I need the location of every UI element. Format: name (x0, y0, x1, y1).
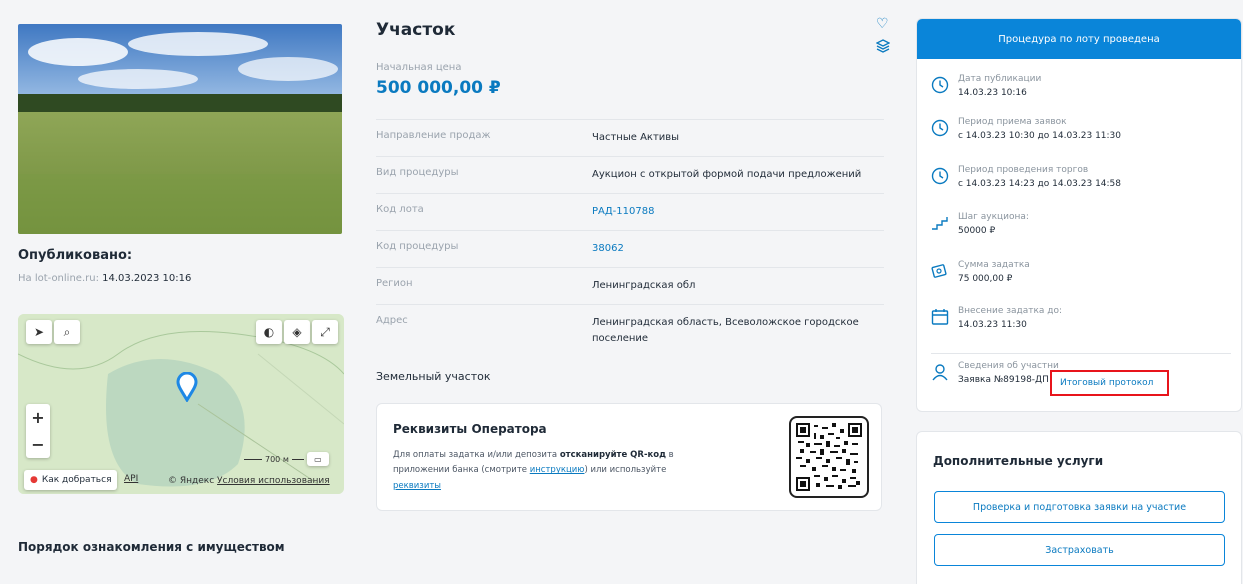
requisites-text-part: ) или используйте (584, 465, 667, 476)
requisites-text: Для оплаты задатка и/или депозита отскан… (393, 448, 723, 494)
published-site-label: На lot-online.ru: (18, 273, 99, 284)
clock-icon (931, 76, 949, 94)
published-line: На lot-online.ru: 14.03.2023 10:16 (18, 273, 191, 284)
location-map[interactable]: ➤ ⌕ ◐ ◈ ⤢ + − 700 м ▭ ● Как добраться AP… (18, 314, 344, 494)
status-divider (931, 353, 1231, 354)
status-label: Дата публикации (958, 74, 1042, 84)
info-value: Ленинградская область, Всеволожское горо… (592, 317, 859, 344)
zoom-out-button[interactable]: − (26, 431, 50, 458)
lot-code-link[interactable]: РАД-110788 (592, 194, 884, 230)
ruler-icon[interactable]: ▭ (306, 452, 329, 466)
participant-label: Сведения об участни (958, 361, 1059, 371)
services-card: Дополнительные услуги Проверка и подгото… (916, 431, 1242, 584)
clock-icon (931, 119, 949, 137)
steps-icon (932, 217, 948, 230)
requisites-text-part: Для оплаты задатка и/или депозита (393, 450, 560, 460)
insure-button[interactable]: Застраховать (934, 534, 1225, 566)
calendar-icon (931, 309, 949, 325)
lot-price: 500 000,00 ₽ (376, 78, 501, 98)
map-scale-label: 700 м (265, 454, 289, 464)
status-value: с 14.03.23 14:23 до 14.03.23 14:58 (958, 179, 1122, 189)
status-label: Сумма задатка (958, 260, 1030, 270)
map-api-link[interactable]: API (124, 474, 138, 484)
info-row-procedure-code: Код процедуры 38062 (376, 230, 884, 267)
map-pin-icon[interactable] (176, 372, 198, 402)
favorite-heart-icon[interactable]: ♡ (876, 16, 889, 32)
info-row-sales-direction: Направление продаж Частные Активы (376, 119, 884, 156)
lot-title: Участок (376, 20, 456, 40)
info-key: Код процедуры (376, 241, 459, 252)
status-label: Период проведения торгов (958, 165, 1089, 175)
status-label: Шаг аукциона: (958, 212, 1029, 222)
inspection-order-heading: Порядок ознакомления с имуществом (18, 540, 285, 554)
info-key: Направление продаж (376, 130, 491, 141)
map-copyright: © Яндекс Условия использования (168, 476, 330, 486)
lot-status-card: Процедура по лоту проведена Дата публика… (916, 18, 1242, 412)
price-label: Начальная цена (376, 62, 462, 73)
zoom-control[interactable]: + − (26, 404, 50, 458)
info-key: Регион (376, 278, 413, 289)
locate-icon[interactable]: ➤ (26, 320, 52, 344)
status-label: Период приема заявок (958, 117, 1067, 127)
map-copyright-text: © Яндекс (168, 476, 215, 486)
info-row-lot-code: Код лота РАД-110788 (376, 193, 884, 230)
status-label: Внесение задатка до: (958, 306, 1063, 316)
requisites-title: Реквизиты Оператора (393, 422, 547, 436)
requisites-link[interactable]: реквизиты (393, 481, 441, 491)
info-row-procedure-type: Вид процедуры Аукцион с открытой формой … (376, 156, 884, 193)
map-terms-link[interactable]: Условия использования (217, 476, 330, 486)
info-key: Код лота (376, 204, 424, 215)
zoom-in-button[interactable]: + (26, 404, 50, 431)
published-heading: Опубликовано: (18, 248, 133, 263)
user-icon (932, 364, 948, 381)
procedure-code-link[interactable]: 38062 (592, 231, 884, 267)
status-value: 75 000,00 ₽ (958, 274, 1013, 284)
info-row-address: Адрес Ленинградская область, Всеволожско… (376, 304, 884, 357)
requisites-text-bold: отсканируйте QR-код (559, 450, 666, 460)
status-value: 14.03.23 10:16 (958, 88, 1027, 98)
clock-icon (931, 167, 949, 185)
category-label: Земельный участок (376, 370, 491, 383)
status-value: 14.03.23 11:30 (958, 320, 1027, 330)
info-value: Аукцион с открытой формой подачи предлож… (592, 169, 862, 180)
lot-info-table: Направление продаж Частные Активы Вид пр… (376, 119, 884, 357)
map-search-icon[interactable]: ⌕ (54, 320, 80, 344)
requisites-card: Реквизиты Оператора Для оплаты задатка и… (376, 403, 882, 511)
info-key: Вид процедуры (376, 167, 459, 178)
status-header: Процедура по лоту проведена (917, 19, 1241, 59)
info-row-region: Регион Ленинградская обл (376, 267, 884, 304)
map-traffic-icon[interactable]: ◐ (256, 320, 282, 344)
published-date: 14.03.2023 10:16 (102, 273, 192, 284)
status-value: с 14.03.23 10:30 до 14.03.23 11:30 (958, 131, 1122, 141)
qr-code (789, 416, 869, 498)
lot-photo[interactable] (18, 24, 342, 234)
status-value: 50000 ₽ (958, 226, 996, 236)
route-button[interactable]: ● Как добраться (24, 470, 118, 490)
info-key: Адрес (376, 315, 408, 326)
money-icon (931, 264, 947, 278)
route-label: Как добраться (41, 475, 112, 485)
route-pin-icon: ● (30, 475, 38, 485)
info-value: Ленинградская обл (592, 280, 696, 291)
final-protocol-link[interactable]: Итоговый протокол (1050, 370, 1169, 396)
map-scale: 700 м ▭ (244, 452, 329, 466)
map-layers-icon[interactable]: ◈ (284, 320, 310, 344)
check-application-button[interactable]: Проверка и подготовка заявки на участие (934, 491, 1225, 523)
fullscreen-icon[interactable]: ⤢ (312, 320, 338, 344)
compare-layers-icon[interactable] (875, 38, 891, 57)
instruction-link[interactable]: инструкцию (530, 465, 585, 475)
info-value: Частные Активы (592, 132, 680, 143)
services-title: Дополнительные услуги (933, 454, 1104, 468)
participant-value: Заявка №89198-ДП (958, 375, 1049, 385)
